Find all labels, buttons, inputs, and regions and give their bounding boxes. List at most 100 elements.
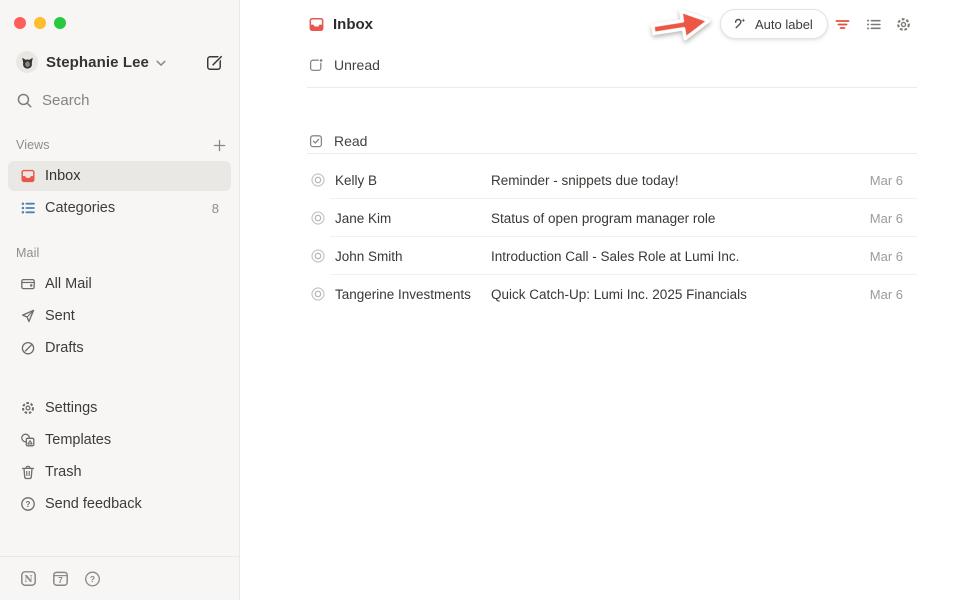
gear-icon — [895, 16, 912, 33]
plus-icon — [212, 138, 227, 153]
divider — [307, 153, 917, 154]
page-title: Inbox — [333, 16, 373, 33]
search-button[interactable]: Search — [16, 85, 90, 115]
sidebar-item-trash[interactable]: Trash — [8, 457, 231, 487]
read-status-icon[interactable] — [310, 248, 326, 264]
list-view-button[interactable] — [864, 15, 882, 33]
coach-mark-arrow — [646, 2, 718, 48]
list-view-icon — [865, 16, 882, 33]
sidebar-item-label: Inbox — [45, 168, 80, 184]
sidebar-item-label: Templates — [45, 432, 111, 448]
divider — [307, 87, 917, 88]
auto-label-button[interactable]: Auto label — [720, 9, 828, 39]
read-section-label: Read — [334, 133, 367, 149]
mail-section-header: Mail — [16, 244, 227, 262]
sidebar-item-inbox[interactable]: Inbox — [8, 161, 231, 191]
draft-pencil-circle-icon — [20, 340, 36, 356]
sidebar-item-settings[interactable]: Settings — [8, 393, 231, 423]
search-icon — [16, 92, 33, 109]
sidebar-item-label: Send feedback — [45, 496, 142, 512]
categories-count-badge: 8 — [212, 201, 221, 216]
sidebar-item-all-mail[interactable]: All Mail — [8, 269, 231, 299]
calendar-icon[interactable]: 7 — [52, 570, 69, 587]
unread-icon — [308, 57, 324, 73]
all-mail-icon — [20, 276, 36, 292]
email-row[interactable]: Tangerine Investments Quick Catch-Up: Lu… — [307, 275, 917, 313]
add-view-button[interactable] — [211, 137, 227, 153]
unread-section-header[interactable]: Unread — [308, 51, 380, 79]
search-label: Search — [42, 92, 90, 109]
sidebar-item-label: Sent — [45, 308, 75, 324]
svg-text:N: N — [24, 575, 32, 585]
views-label: Views — [16, 138, 50, 152]
views-section-header: Views — [16, 136, 227, 154]
profile-name: Stephanie Lee — [46, 54, 149, 71]
notion-logo-icon[interactable]: N — [20, 570, 37, 587]
read-status-icon[interactable] — [310, 210, 326, 226]
filter-button[interactable] — [833, 15, 851, 33]
email-date: Mar 6 — [870, 249, 917, 264]
email-sender: John Smith — [335, 249, 491, 264]
close-window-button[interactable] — [14, 17, 26, 29]
email-row[interactable]: John Smith Introduction Call - Sales Rol… — [307, 237, 917, 275]
email-sender: Kelly B — [335, 173, 491, 188]
email-list: Kelly B Reminder - snippets due today! M… — [307, 161, 917, 313]
unread-section-label: Unread — [334, 57, 380, 73]
mail-app-window: Stephanie Lee — [0, 0, 960, 600]
templates-shapes-icon — [20, 432, 36, 448]
email-subject: Status of open program manager role — [491, 211, 870, 226]
trash-icon — [20, 464, 36, 480]
sidebar-item-sent[interactable]: Sent — [8, 301, 231, 331]
question-circle-icon: ? — [20, 496, 36, 512]
read-status-icon[interactable] — [310, 286, 326, 302]
email-date: Mar 6 — [870, 211, 917, 226]
sidebar: Stephanie Lee — [0, 0, 240, 600]
svg-text:?: ? — [90, 574, 95, 584]
compose-icon — [205, 53, 224, 72]
chevron-down-icon — [156, 60, 166, 67]
sidebar-item-label: Drafts — [45, 340, 84, 356]
compose-button[interactable] — [203, 51, 225, 73]
inbox-icon — [20, 168, 36, 184]
inbox-main-pane: Inbox Auto label — [241, 0, 960, 600]
inbox-header: Inbox — [308, 12, 373, 36]
read-status-icon[interactable] — [310, 172, 326, 188]
email-subject: Quick Catch-Up: Lumi Inc. 2025 Financial… — [491, 287, 870, 302]
sidebar-item-categories[interactable]: Categories 8 — [8, 193, 231, 223]
categories-icon — [20, 200, 36, 216]
sidebar-item-label: Settings — [45, 400, 97, 416]
svg-text:?: ? — [26, 500, 31, 509]
sidebar-item-label: Trash — [45, 464, 82, 480]
email-sender: Tangerine Investments — [335, 287, 491, 302]
paper-plane-icon — [20, 308, 36, 324]
email-row[interactable]: Kelly B Reminder - snippets due today! M… — [307, 161, 917, 199]
window-controls — [14, 17, 66, 29]
sidebar-item-drafts[interactable]: Drafts — [8, 333, 231, 363]
email-subject: Introduction Call - Sales Role at Lumi I… — [491, 249, 870, 264]
sidebar-footer: N 7 ? — [0, 556, 239, 600]
svg-text:7: 7 — [58, 576, 63, 585]
sidebar-item-templates[interactable]: Templates — [8, 425, 231, 455]
help-button[interactable]: ? — [84, 570, 101, 587]
zoom-window-button[interactable] — [54, 17, 66, 29]
email-date: Mar 6 — [870, 287, 917, 302]
sidebar-item-send-feedback[interactable]: ? Send feedback — [8, 489, 231, 519]
mail-label: Mail — [16, 246, 39, 260]
sidebar-item-label: Categories — [45, 200, 115, 216]
email-row[interactable]: Jane Kim Status of open program manager … — [307, 199, 917, 237]
avatar — [16, 51, 38, 73]
settings-button[interactable] — [894, 15, 912, 33]
email-date: Mar 6 — [870, 173, 917, 188]
email-sender: Jane Kim — [335, 211, 491, 226]
inbox-icon — [308, 16, 325, 33]
email-subject: Reminder - snippets due today! — [491, 173, 870, 188]
auto-label-button-label: Auto label — [755, 17, 813, 32]
sidebar-item-label: All Mail — [45, 276, 92, 292]
gear-icon — [20, 400, 36, 416]
read-checkbox-icon — [308, 133, 324, 149]
auto-label-sparkle-icon — [732, 16, 748, 32]
minimize-window-button[interactable] — [34, 17, 46, 29]
filter-icon — [834, 16, 851, 33]
read-section-header[interactable]: Read — [308, 127, 367, 155]
account-switcher[interactable]: Stephanie Lee — [16, 48, 225, 76]
